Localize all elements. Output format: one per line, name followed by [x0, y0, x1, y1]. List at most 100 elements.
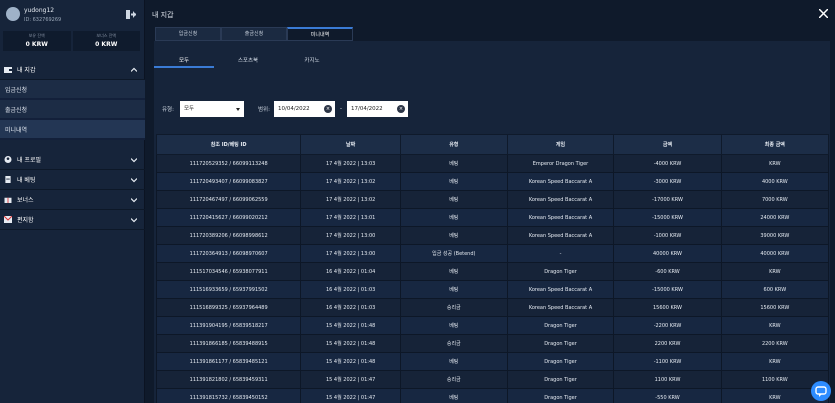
- cell-amount: -1100 KRW: [613, 352, 722, 371]
- clear-icon[interactable]: ×: [396, 105, 405, 113]
- cell-ref: 111391821802 / 65839459311: [155, 370, 302, 389]
- subtab-sportsbook[interactable]: 스포츠북: [218, 54, 278, 68]
- cell-final: KRW: [720, 262, 830, 281]
- table-row: 111720529352 / 66099113248 17 4월 2022 | 1…: [155, 154, 830, 173]
- gift-icon: [4, 197, 12, 203]
- range-separator: -: [339, 106, 342, 112]
- bonus-label: 보너스 잔액: [96, 33, 117, 38]
- cell-amount: -15000 KRW: [613, 208, 722, 227]
- balance-bonus: 보너스 잔액 0 KRW: [72, 31, 140, 51]
- cell-type: 베팅: [399, 208, 508, 227]
- cell-ref: 111391866185 / 65839488915: [155, 334, 302, 353]
- col-ref: 참조 ID/베팅 ID: [155, 134, 302, 155]
- cell-final: KRW: [720, 352, 830, 371]
- history-panel: 모두 스포츠북 카지노 유형: 모두 범위: 10/04/2022 × - 17…: [154, 41, 830, 403]
- sidebar-item-label: 보너스: [17, 197, 34, 204]
- col-amount: 금액: [613, 134, 722, 155]
- cell-date: 15 4월 2022 | 01:47: [300, 388, 401, 403]
- cell-game: -: [506, 244, 615, 263]
- chevron-down-icon: [131, 198, 137, 203]
- cell-game: Dragon Tiger: [506, 370, 615, 389]
- sub-tabs: 모두 스포츠북 카지노: [154, 54, 342, 68]
- cell-final: KRW: [720, 154, 830, 173]
- subtab-all[interactable]: 모두: [154, 54, 214, 68]
- cell-amount: -4000 KRW: [613, 154, 722, 173]
- cell-final: 4000 KRW: [720, 172, 830, 191]
- sidebar-item-mail[interactable]: 편지함: [0, 210, 145, 230]
- sidebar-item-mini[interactable]: 미니내역: [0, 120, 145, 140]
- cell-game: Korean Speed Baccarat A: [506, 172, 615, 191]
- cell-ref: 111391904195 / 65839518217: [155, 316, 302, 335]
- cell-final: KRW: [720, 316, 830, 335]
- tab-deposit[interactable]: 입금신청: [155, 27, 221, 41]
- cell-game: Dragon Tiger: [506, 316, 615, 335]
- cell-game: Korean Speed Baccarat A: [506, 280, 615, 299]
- cell-amount: 2200 KRW: [613, 334, 722, 353]
- sidebar-item-wallet[interactable]: 내 지갑: [0, 60, 145, 80]
- cell-date: 17 4월 2022 | 13:01: [300, 208, 401, 227]
- close-icon[interactable]: [819, 9, 828, 18]
- cell-type: 베팅: [399, 388, 508, 403]
- cell-final: 15600 KRW: [720, 298, 830, 317]
- cell-amount: 1100 KRW: [613, 370, 722, 389]
- wallet-icon: [4, 67, 12, 73]
- range-label: 범위:: [257, 107, 270, 113]
- cell-amount: -17000 KRW: [613, 190, 722, 209]
- cell-ref: 111720389206 / 66098998612: [155, 226, 302, 245]
- cell-game: Korean Speed Baccarat A: [506, 190, 615, 209]
- history-table: 참조 ID/베팅 ID 날짜 유형 게임 금액 최종 금액 1117205293…: [155, 134, 830, 403]
- cell-date: 17 4월 2022 | 13:03: [300, 154, 401, 173]
- cell-ref: 111516933659 / 65937991502: [155, 280, 302, 299]
- sidebar-item-deposit[interactable]: 입금신청: [0, 80, 145, 100]
- cell-amount: 40000 KRW: [613, 244, 722, 263]
- table-row: 111720415627 / 66099020212 17 4월 2022 | 1…: [155, 208, 830, 227]
- table-row: 111391815732 / 65839450152 15 4월 2022 | 0…: [155, 388, 830, 403]
- table-row: 111517034546 / 65938077911 16 4월 2022 | 0…: [155, 262, 830, 281]
- type-select[interactable]: 모두: [179, 101, 244, 117]
- user-icon: [4, 156, 12, 163]
- col-type: 유형: [399, 134, 508, 155]
- cell-type: 베팅: [399, 316, 508, 335]
- user-id: ID: 632769269: [24, 17, 62, 23]
- cell-game: Korean Speed Baccarat A: [506, 208, 615, 227]
- sidebar-item-bets[interactable]: 내 베팅: [0, 170, 145, 190]
- col-date: 날짜: [300, 134, 401, 155]
- cell-game: Emperor Dragon Tiger: [506, 154, 615, 173]
- cell-type: 베팅: [399, 226, 508, 245]
- cell-type: 베팅: [399, 172, 508, 191]
- mail-icon: [4, 216, 12, 223]
- balance-value: 0 KRW: [25, 41, 48, 48]
- table-header-row: 참조 ID/베팅 ID 날짜 유형 게임 금액 최종 금액: [155, 134, 830, 155]
- cell-final: 40000 KRW: [720, 244, 830, 263]
- cell-game: Korean Speed Baccarat A: [506, 226, 615, 245]
- date-to-input[interactable]: 17/04/2022 ×: [346, 101, 408, 117]
- cell-type: 승리금: [399, 370, 508, 389]
- user-box: yudong12 ID: 632769269: [0, 0, 144, 30]
- chat-button[interactable]: [811, 381, 831, 401]
- cell-type: 베팅: [399, 262, 508, 281]
- subtab-casino[interactable]: 카지노: [282, 54, 342, 68]
- sidebar-item-profile[interactable]: 내 프로필: [0, 150, 145, 170]
- cell-date: 17 4월 2022 | 13:02: [300, 190, 401, 209]
- sidebar-item-bonus[interactable]: 보너스: [0, 190, 145, 210]
- tab-mini[interactable]: 미니내역: [287, 27, 353, 41]
- logout-icon[interactable]: [126, 10, 136, 19]
- cell-type: 베팅: [399, 154, 508, 173]
- tab-withdraw[interactable]: 출금신청: [221, 27, 287, 41]
- sidebar: yudong12 ID: 632769269 보유 잔액 0 KRW 보너스 잔…: [0, 0, 145, 403]
- table-row: 111516899325 / 65937964489 16 4월 2022 | 0…: [155, 298, 830, 317]
- cell-amount: -1000 KRW: [613, 226, 722, 245]
- chevron-down-icon: [131, 178, 137, 183]
- clear-icon[interactable]: ×: [323, 105, 332, 113]
- cell-type: 베팅: [399, 280, 508, 299]
- date-from-value: 10/04/2022: [277, 106, 310, 112]
- cell-type: 승리금: [399, 298, 508, 317]
- cell-type: 입금 성공 (Betend): [399, 244, 508, 263]
- date-from-input[interactable]: 10/04/2022 ×: [273, 101, 335, 117]
- cell-game: Dragon Tiger: [506, 334, 615, 353]
- cell-game: Dragon Tiger: [506, 388, 615, 403]
- cell-ref: 111517034546 / 65938077911: [155, 262, 302, 281]
- sidebar-item-withdraw[interactable]: 출금신청: [0, 100, 145, 120]
- cell-ref: 111720529352 / 66099113248: [155, 154, 302, 173]
- avatar[interactable]: [6, 7, 20, 21]
